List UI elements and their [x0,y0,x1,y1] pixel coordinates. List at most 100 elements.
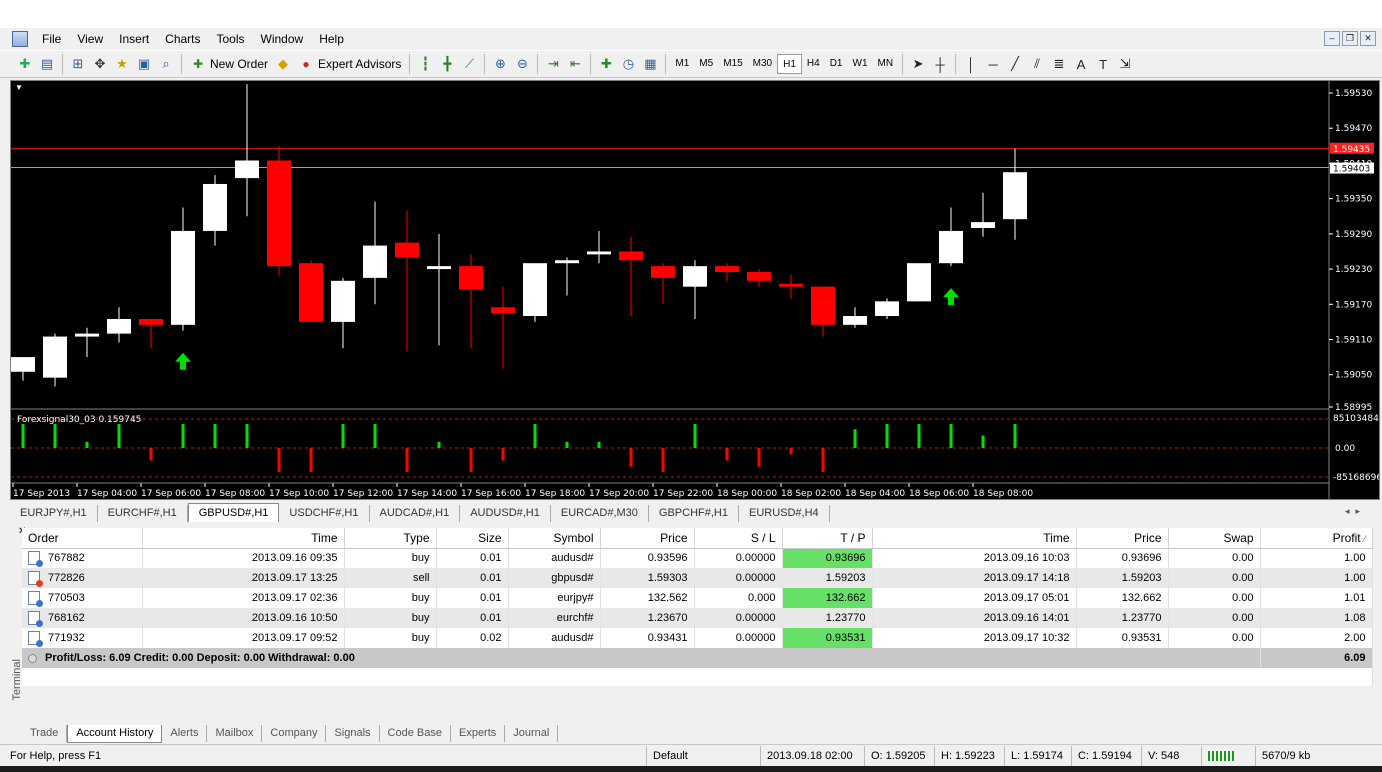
col-price[interactable]: Price [600,528,695,549]
timeframe-h1[interactable]: H1 [777,54,802,74]
col-swap[interactable]: Swap [1168,528,1261,549]
tab-signals[interactable]: Signals [326,725,380,742]
text-label-icon[interactable]: T [1092,53,1114,75]
equidistant-channel-icon[interactable]: ⫽ [1026,53,1048,75]
chart-tab[interactable]: EURCHF#,H1 [98,505,188,522]
indicator-bar-up [213,424,217,448]
metaeditor-icon[interactable]: ◆ [272,53,294,75]
table-row[interactable]: 767882 2013.09.16 09:35 buy 0.01 audusd# 0.93… [22,548,1373,568]
horizontal-line-icon[interactable]: ─ [982,53,1004,75]
indicators-icon[interactable]: ✚ [595,53,617,75]
close-icon[interactable]: ✕ [1360,31,1376,46]
trendline-icon[interactable]: ╱ [1004,53,1026,75]
menu-view[interactable]: View [69,28,111,50]
tab-journal[interactable]: Journal [505,725,559,742]
chart-tab[interactable]: USDCHF#,H1 [279,505,370,522]
vertical-line-icon[interactable]: │ [960,53,982,75]
summary-icon [28,653,37,663]
col-type[interactable]: Type [344,528,437,549]
data-window-icon[interactable]: ✥ [89,53,111,75]
tab-scroll-arrows-icon[interactable]: ◂▸ [1345,506,1366,517]
tab-company[interactable]: Company [262,725,327,742]
col-size[interactable]: Size [436,528,509,549]
chart-shift-icon[interactable]: ⇤ [564,53,586,75]
col-tp[interactable]: T / P [782,528,873,549]
minimize-icon[interactable]: – [1324,31,1340,46]
tab-experts[interactable]: Experts [451,725,506,742]
timeframe-w1[interactable]: W1 [848,54,873,74]
tab-alerts[interactable]: Alerts [162,725,208,742]
timeframe-m30[interactable]: M30 [748,54,777,74]
symbol-cell: audusd# [508,628,601,648]
table-row[interactable]: 770503 2013.09.17 02:36 buy 0.01 eurjpy# 132.… [22,588,1373,608]
menu-file[interactable]: File [34,28,69,50]
timeframe-d1[interactable]: D1 [825,54,848,74]
tab-trade[interactable]: Trade [22,725,68,742]
col-close-time[interactable]: Time [872,528,1077,549]
zoom-out-icon[interactable]: ⊖ [511,53,533,75]
line-chart-icon[interactable]: ⟋ [458,53,480,75]
timeframe-m15[interactable]: M15 [718,54,747,74]
fibonacci-icon[interactable]: ≣ [1048,53,1070,75]
terminal-icon[interactable]: ▣ [133,53,155,75]
col-profit[interactable]: Profit ⁄ [1260,528,1373,549]
col-order[interactable]: Order [22,528,143,549]
chart-tab[interactable]: AUDUSD#,H1 [460,505,551,522]
auto-scroll-icon[interactable]: ⇥ [542,53,564,75]
chart-tab[interactable]: EURCAD#,M30 [551,505,649,522]
arrows-icon[interactable]: ⇲ [1114,53,1136,75]
table-row[interactable]: 771932 2013.09.17 09:52 buy 0.02 audusd# 0.93… [22,628,1373,648]
candle-body [427,266,451,270]
col-symbol[interactable]: Symbol [508,528,601,549]
timeframe-mn[interactable]: MN [873,54,899,74]
profiles-icon[interactable]: ▤ [36,53,58,75]
timeframe-m1[interactable]: M1 [670,54,694,74]
timeframe-m5[interactable]: M5 [694,54,718,74]
col-sl[interactable]: S / L [694,528,783,549]
strategy-tester-icon[interactable]: ⌕ [155,53,177,75]
restore-icon[interactable]: ❐ [1342,31,1358,46]
candle-body [171,230,195,325]
chart-tab-active[interactable]: GBPUSD#,H1 [187,503,280,522]
chart-tab[interactable]: GBPCHF#,H1 [649,505,739,522]
chart-menu-arrow-icon[interactable]: ▼ [15,83,23,92]
chart-tab[interactable]: EURJPY#,H1 [10,505,98,522]
navigator-icon[interactable]: ★ [111,53,133,75]
chart-canvas[interactable]: 1.595301.594701.594101.593501.592901.592… [11,81,1379,499]
status-profile[interactable]: Default [646,745,760,766]
menu-bar: File View Insert Charts Tools Window Hel… [0,28,1382,50]
expert-advisors-button[interactable]: ● Expert Advisors [294,53,405,75]
tab-code-base[interactable]: Code Base [380,725,451,742]
chart-tab[interactable]: EURUSD#,H4 [739,505,830,522]
crosshair-icon[interactable]: ┼ [929,53,951,75]
text-icon[interactable]: A [1070,53,1092,75]
col-time[interactable]: Time [142,528,345,549]
new-chart-icon[interactable]: ✚ [14,53,36,75]
cursor-icon[interactable]: ➤ [907,53,929,75]
candlestick-icon[interactable]: ╋ [436,53,458,75]
indicator-bottom-label: -85168696 [1333,473,1379,483]
price-chart[interactable]: 1.595301.594701.594101.593501.592901.592… [10,80,1380,500]
time-tick-label: 17 Sep 08:00 [205,489,265,499]
table-row[interactable]: 772826 2013.09.17 13:25 sell 0.01 gbpusd# 1.5… [22,568,1373,588]
zoom-in-icon[interactable]: ⊕ [489,53,511,75]
menu-window[interactable]: Window [253,28,312,50]
periods-icon[interactable]: ◷ [617,53,639,75]
new-order-button[interactable]: ✚ New Order [186,53,272,75]
symbol-cell: audusd# [508,548,601,568]
tab-mailbox[interactable]: Mailbox [207,725,263,742]
tab-account-history[interactable]: Account History [67,725,163,743]
close-time-cell: 2013.09.16 10:03 [872,548,1077,568]
menu-tools[interactable]: Tools [209,28,253,50]
toolbar: ✚ ▤ ⊞ ✥ ★ ▣ ⌕ ✚ New Order ◆ ● Expert Advis… [0,50,1382,78]
table-row[interactable]: 768162 2013.09.16 10:50 buy 0.01 eurchf# 1.23… [22,608,1373,628]
timeframe-h4[interactable]: H4 [802,54,825,74]
col-close-price[interactable]: Price [1076,528,1169,549]
menu-charts[interactable]: Charts [157,28,208,50]
menu-help[interactable]: Help [311,28,352,50]
templates-icon[interactable]: ▦ [639,53,661,75]
menu-insert[interactable]: Insert [111,28,157,50]
market-watch-icon[interactable]: ⊞ [67,53,89,75]
chart-tab[interactable]: AUDCAD#,H1 [370,505,461,522]
bar-chart-icon[interactable]: ┇ [414,53,436,75]
